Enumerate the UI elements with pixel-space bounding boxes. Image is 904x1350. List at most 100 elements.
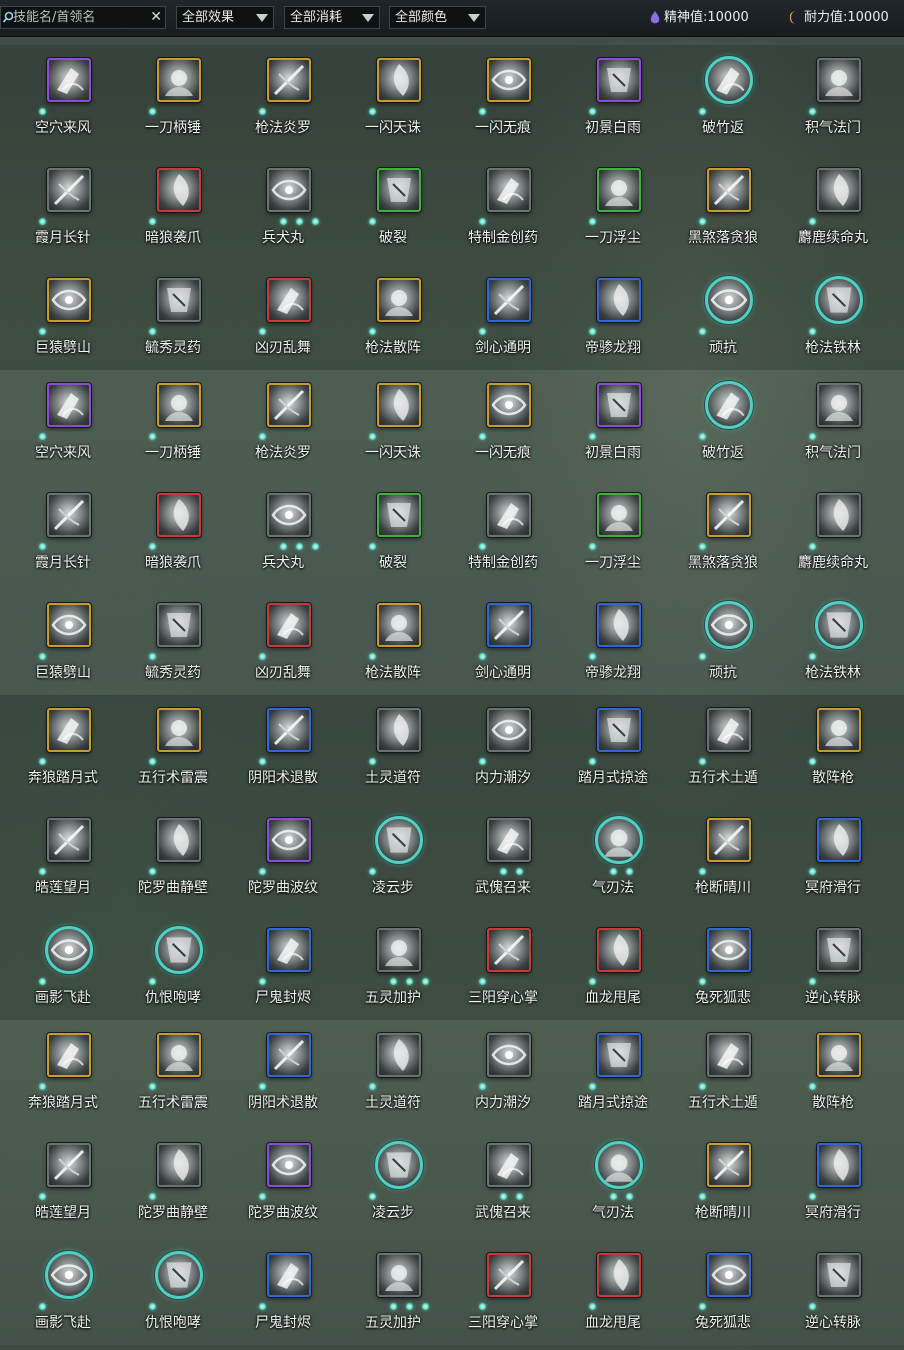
skill-icon[interactable] <box>377 1033 421 1077</box>
skill-icon[interactable] <box>267 928 311 972</box>
skill-slot[interactable]: 初景白雨 <box>558 370 668 480</box>
skill-slot[interactable]: 暗狼袭爪 <box>118 480 228 590</box>
skill-slot[interactable]: 气刃法 <box>558 805 668 915</box>
skill-slot[interactable]: 剑心通明 <box>448 590 558 700</box>
skill-slot[interactable]: 初景白雨 <box>558 45 668 155</box>
skill-icon[interactable] <box>157 1033 201 1077</box>
skill-slot[interactable]: 五灵加护 <box>338 915 448 1025</box>
skill-icon[interactable] <box>597 493 641 537</box>
skill-slot[interactable]: 武傀召来 <box>448 1130 558 1240</box>
skill-slot[interactable]: 陀罗曲波纹 <box>228 805 338 915</box>
skill-icon[interactable] <box>597 1033 641 1077</box>
skill-icon[interactable] <box>267 278 311 322</box>
skill-icon[interactable] <box>707 1033 751 1077</box>
skill-icon[interactable] <box>707 818 751 862</box>
skill-slot[interactable]: 一闪天诛 <box>338 370 448 480</box>
skill-icon[interactable] <box>705 601 753 649</box>
skill-icon[interactable] <box>377 1253 421 1297</box>
skill-icon[interactable] <box>45 1251 93 1299</box>
skill-slot[interactable]: 一刀柄锤 <box>118 370 228 480</box>
skill-icon[interactable] <box>267 493 311 537</box>
skill-icon[interactable] <box>267 1033 311 1077</box>
skill-slot[interactable]: 破竹返 <box>668 45 778 155</box>
skill-slot[interactable]: 气刃法 <box>558 1130 668 1240</box>
skill-slot[interactable]: 黑煞落贪狼 <box>668 155 778 265</box>
skill-slot[interactable]: 剑心通明 <box>448 265 558 375</box>
skill-icon[interactable] <box>377 383 421 427</box>
skill-icon[interactable] <box>377 708 421 752</box>
skill-icon[interactable] <box>817 1253 861 1297</box>
skill-icon[interactable] <box>597 1253 641 1297</box>
skill-slot[interactable]: 霞月长针 <box>8 480 118 590</box>
skill-slot[interactable]: 帝骖龙翔 <box>558 265 668 375</box>
skill-slot[interactable]: 奔狼踏月式 <box>8 695 118 805</box>
skill-icon[interactable] <box>705 381 753 429</box>
skill-icon[interactable] <box>595 1141 643 1189</box>
skill-slot[interactable]: 尸鬼封烬 <box>228 1240 338 1350</box>
skill-slot[interactable]: 逆心转脉 <box>778 915 888 1025</box>
skill-icon[interactable] <box>47 493 91 537</box>
skill-slot[interactable]: 阴阳术退散 <box>228 1020 338 1130</box>
skill-slot[interactable]: 陀罗曲波纹 <box>228 1130 338 1240</box>
skill-icon[interactable] <box>707 708 751 752</box>
skill-slot[interactable]: 一刀柄锤 <box>118 45 228 155</box>
skill-icon[interactable] <box>47 708 91 752</box>
skill-icon[interactable] <box>155 926 203 974</box>
skill-icon[interactable] <box>487 278 531 322</box>
skill-icon[interactable] <box>377 168 421 212</box>
skill-slot[interactable]: 黑煞落贪狼 <box>668 480 778 590</box>
skill-slot[interactable]: 枪断晴川 <box>668 805 778 915</box>
skill-slot[interactable]: 空穴来风 <box>8 370 118 480</box>
skill-slot[interactable]: 皓莲望月 <box>8 805 118 915</box>
skill-icon[interactable] <box>487 708 531 752</box>
skill-icon[interactable] <box>377 493 421 537</box>
skill-icon[interactable] <box>487 603 531 647</box>
skill-icon[interactable] <box>597 278 641 322</box>
skill-slot[interactable]: 空穴来风 <box>8 45 118 155</box>
skill-slot[interactable]: 枪断晴川 <box>668 1130 778 1240</box>
skill-slot[interactable]: 五行术雷震 <box>118 1020 228 1130</box>
skill-slot[interactable]: 巨猿劈山 <box>8 265 118 375</box>
skill-icon[interactable] <box>267 818 311 862</box>
skill-slot[interactable]: 枪法炎罗 <box>228 45 338 155</box>
skill-slot[interactable]: 一刀浮尘 <box>558 155 668 265</box>
skill-slot[interactable]: 暗狼袭爪 <box>118 155 228 265</box>
skill-icon[interactable] <box>707 1253 751 1297</box>
skill-icon[interactable] <box>157 818 201 862</box>
skill-slot[interactable]: 一闪无痕 <box>448 370 558 480</box>
skill-slot[interactable]: 一闪天诛 <box>338 45 448 155</box>
skill-slot[interactable]: 积气法门 <box>778 45 888 155</box>
skill-slot[interactable]: 五灵加护 <box>338 1240 448 1350</box>
skill-slot[interactable]: 五行术土遁 <box>668 1020 778 1130</box>
skill-slot[interactable]: 内力潮汐 <box>448 1020 558 1130</box>
skill-slot[interactable]: 仇恨咆哮 <box>118 1240 228 1350</box>
skill-slot[interactable]: 内力潮汐 <box>448 695 558 805</box>
skill-slot[interactable]: 五行术土遁 <box>668 695 778 805</box>
skill-icon[interactable] <box>707 928 751 972</box>
skill-slot[interactable]: 画影飞赴 <box>8 915 118 1025</box>
skill-icon[interactable] <box>595 816 643 864</box>
skill-slot[interactable]: 阴阳术退散 <box>228 695 338 805</box>
skill-icon[interactable] <box>817 1033 861 1077</box>
skill-icon[interactable] <box>157 708 201 752</box>
skill-slot[interactable]: 陀罗曲静壁 <box>118 805 228 915</box>
skill-slot[interactable]: 凌云步 <box>338 1130 448 1240</box>
skill-slot[interactable]: 踏月式掠途 <box>558 695 668 805</box>
skill-icon[interactable] <box>597 603 641 647</box>
skill-slot[interactable]: 踏月式掠途 <box>558 1020 668 1130</box>
skill-icon[interactable] <box>487 58 531 102</box>
skill-icon[interactable] <box>817 928 861 972</box>
skill-icon[interactable] <box>377 928 421 972</box>
skill-icon[interactable] <box>377 278 421 322</box>
skill-slot[interactable]: 冥府滑行 <box>778 805 888 915</box>
skill-slot[interactable]: 麝鹿续命丸 <box>778 155 888 265</box>
skill-slot[interactable]: 破裂 <box>338 480 448 590</box>
skill-icon[interactable] <box>597 928 641 972</box>
skill-icon[interactable] <box>267 58 311 102</box>
skill-slot[interactable]: 散阵枪 <box>778 695 888 805</box>
skill-slot[interactable]: 毓秀灵药 <box>118 265 228 375</box>
skill-icon[interactable] <box>157 603 201 647</box>
skill-icon[interactable] <box>597 58 641 102</box>
skill-icon[interactable] <box>707 493 751 537</box>
skill-icon[interactable] <box>157 493 201 537</box>
